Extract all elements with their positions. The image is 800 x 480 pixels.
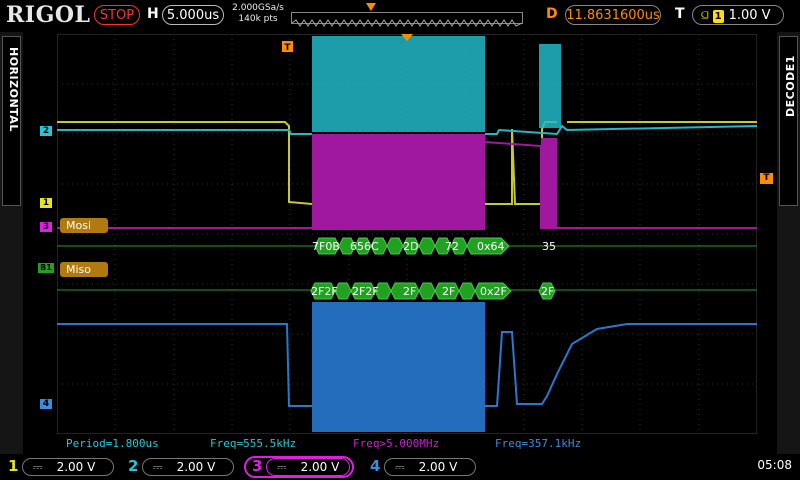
ch3-scale-box: ⎓ 2.00 V <box>266 458 350 476</box>
dc-coupling-icon: ⎓ <box>277 460 287 474</box>
system-clock: 05:08 <box>757 458 792 472</box>
dc-coupling-icon: ⎓ <box>33 460 43 474</box>
trigger-level-marker[interactable]: T <box>760 173 773 184</box>
mosi-label: Mosi <box>60 218 108 233</box>
rising-edge-icon: ⫑ <box>701 8 709 23</box>
trigger-label: T <box>675 6 685 22</box>
ch2-status[interactable]: 2 ⎓ 2.00 V <box>124 457 236 477</box>
ch2-scale-box: ⎓ 2.00 V <box>142 458 234 476</box>
ch1-status[interactable]: 1 ⎓ 2.00 V <box>4 457 116 477</box>
sample-rate: 2.000GSa/s <box>232 3 284 13</box>
miso-packet-3: 2F <box>403 285 416 298</box>
left-side-panel: HORIZONTAL <box>0 32 23 454</box>
memory-trigger-position-icon <box>366 3 376 11</box>
decode1-tab-label: DECODE1 <box>784 55 797 117</box>
miso-decode-row: 2F2F 2F2F 2F 2F 0x2F 2F <box>310 282 556 300</box>
mosi-packet-2: 656C <box>350 240 379 253</box>
measurement-freq-ch2: Freq=555.5kHz <box>210 437 297 450</box>
mosi-packet-4: 72 <box>445 240 459 253</box>
mosi-packet-1: 7F0B <box>312 240 340 253</box>
memory-depth: 140k pts <box>238 14 278 24</box>
ch2-scale: 2.00 V <box>176 460 216 474</box>
miso-packet-2: 2F2F <box>352 285 379 298</box>
trigger-settings[interactable]: ⫑ 1 1.00 V <box>692 5 784 25</box>
trigger-source-badge: 1 <box>712 10 724 23</box>
ch1-scale: 2.00 V <box>56 460 96 474</box>
ch3-status[interactable]: 3 ⎓ 2.00 V <box>244 456 356 478</box>
miso-packet-5: 0x2F <box>480 285 507 298</box>
ch3-number: 3 <box>252 457 263 475</box>
ch4-status[interactable]: 4 ⎓ 2.00 V <box>366 457 478 477</box>
ch1-offset-marker[interactable]: 1 <box>40 198 52 208</box>
ch4-scale-box: ⎓ 2.00 V <box>384 458 476 476</box>
ch3-scale: 2.00 V <box>300 460 340 474</box>
measurement-freq-ch4: Freq=357.1kHz <box>495 437 582 450</box>
trigger-t-marker[interactable]: T <box>282 41 293 53</box>
mosi-decode-row: 7F0B 656C 2D 72 0x64 35 <box>312 237 556 255</box>
right-side-panel: DECODE1 <box>777 32 800 454</box>
rigol-logo: RIGOL <box>6 2 91 28</box>
measurement-freq-ch3: Freq>5.000MHz <box>353 437 440 450</box>
trigger-level: 1.00 V <box>728 8 771 23</box>
ch1-scale-box: ⎓ 2.00 V <box>22 458 114 476</box>
ch4-offset-marker[interactable]: 4 <box>40 399 52 409</box>
measurement-period: Period=1.800us <box>66 437 159 450</box>
memory-position-strip[interactable] <box>291 3 523 27</box>
memory-waveform-preview <box>291 19 523 27</box>
miso-packet-6: 2F <box>541 285 554 298</box>
miso-label: Miso <box>60 262 108 277</box>
horizontal-tab-label: HORIZONTAL <box>7 47 20 132</box>
horizontal-delay-value[interactable]: 11.8631600us <box>565 5 661 25</box>
ch2-offset-marker[interactable]: 2 <box>40 126 52 136</box>
svg-text:T: T <box>284 43 291 53</box>
waveform-display[interactable]: T <box>57 34 757 434</box>
b1-offset-marker[interactable]: B1 <box>38 263 54 273</box>
ch4-burst <box>312 302 485 432</box>
run-stop-indicator[interactable]: STOP <box>94 5 140 25</box>
miso-packet-1: 2F2F <box>311 285 338 298</box>
dc-coupling-icon: ⎓ <box>153 460 163 474</box>
top-status-bar: RIGOL STOP H 5.000us 2.000GSa/s 140k pts… <box>0 0 800 32</box>
decode1-menu-tab[interactable]: DECODE1 <box>779 36 798 206</box>
ch2-number: 2 <box>128 457 139 475</box>
miso-packet-4: 2F <box>442 285 455 298</box>
mosi-packet-6: 35 <box>542 240 556 253</box>
ch1-number: 1 <box>8 457 19 475</box>
mosi-packet-3: 2D <box>403 240 418 253</box>
timebase-value[interactable]: 5.000us <box>162 5 224 25</box>
ch4-number: 4 <box>370 457 381 475</box>
ch3-offset-marker[interactable]: 3 <box>40 222 52 232</box>
delay-label: D <box>546 6 558 22</box>
channel-status-bar: 1 ⎓ 2.00 V 2 ⎓ 2.00 V 3 ⎓ 2.00 V 4 ⎓ 2.00 V … <box>0 454 800 480</box>
ch4-scale: 2.00 V <box>418 460 458 474</box>
sample-rate-info: 2.000GSa/s 140k pts <box>228 3 288 25</box>
horizontal-label: H <box>147 6 159 22</box>
horizontal-menu-tab[interactable]: HORIZONTAL <box>2 36 21 206</box>
mosi-packet-5: 0x64 <box>477 240 505 253</box>
dc-coupling-icon: ⎓ <box>395 460 405 474</box>
